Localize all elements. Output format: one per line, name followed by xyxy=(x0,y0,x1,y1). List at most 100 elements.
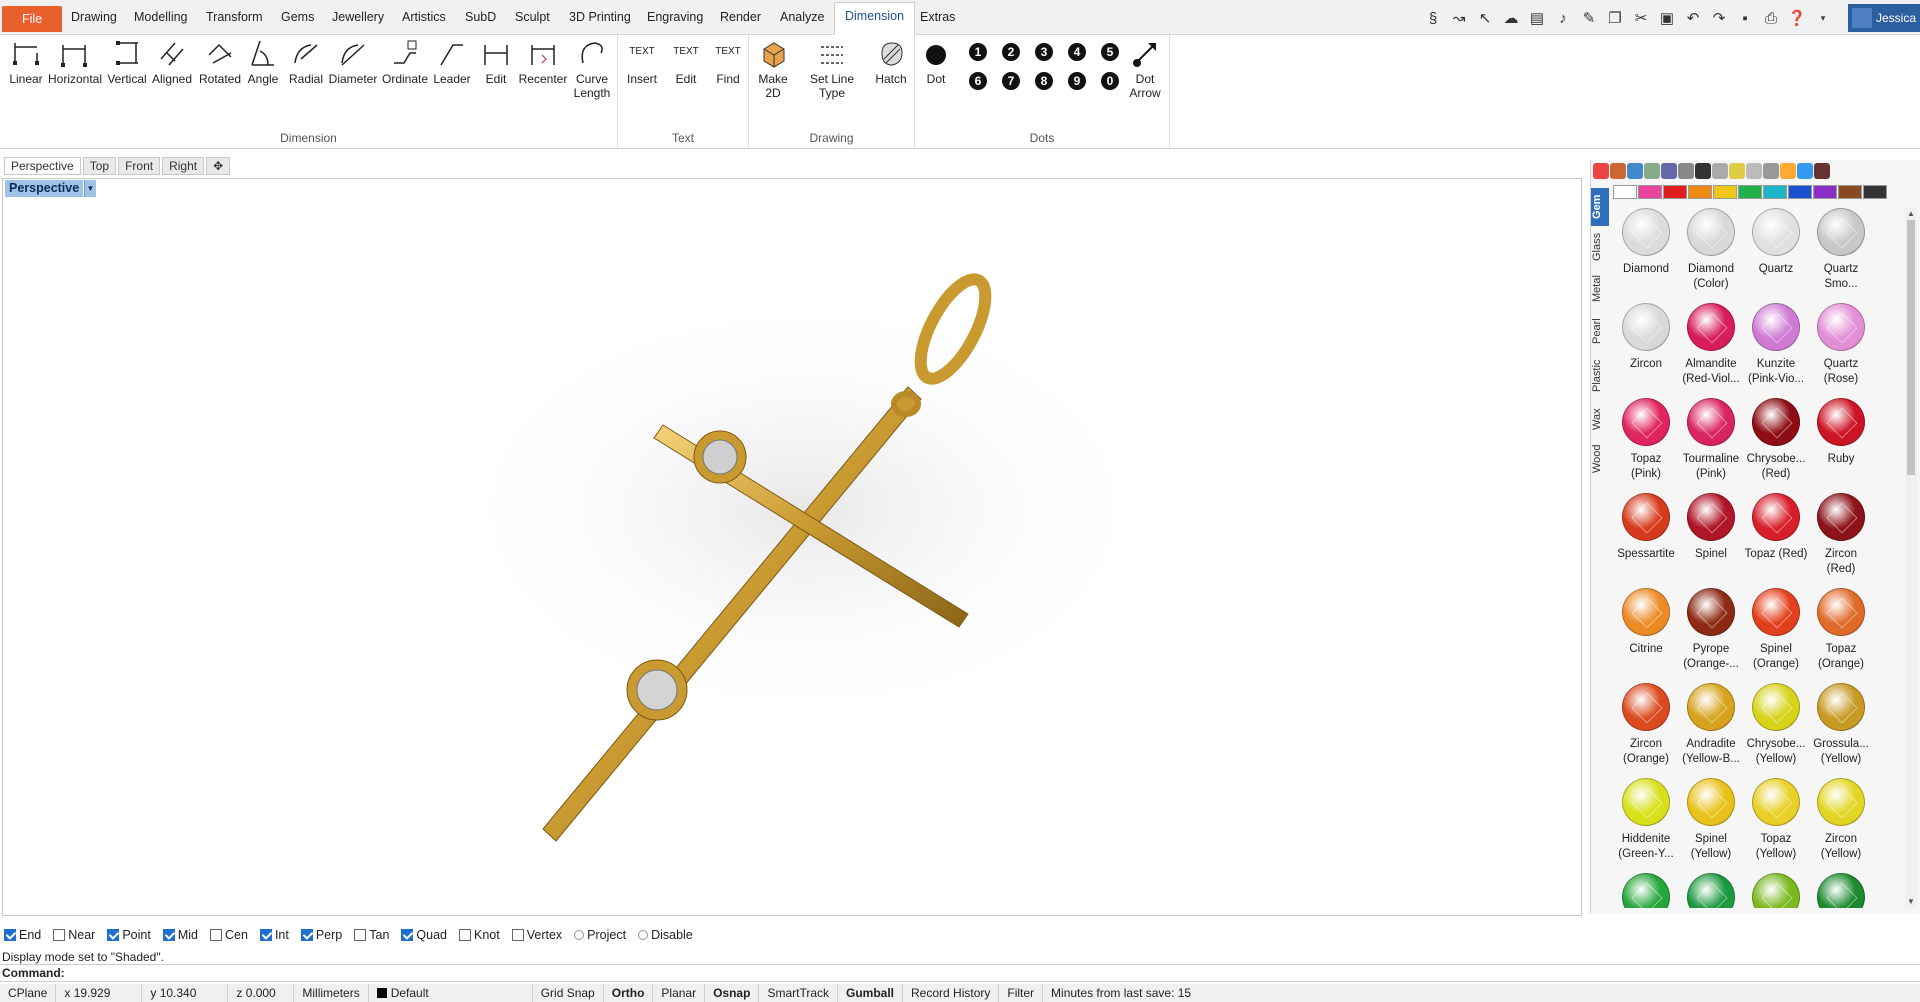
side-tab-wax[interactable]: Wax xyxy=(1591,402,1609,436)
insert-text-button[interactable]: TEXT Insert xyxy=(624,37,660,86)
cplane-button[interactable]: CPlane xyxy=(0,984,57,1002)
checkbox[interactable] xyxy=(300,929,313,941)
pen-icon[interactable]: ✎ xyxy=(1578,7,1600,29)
filter-button[interactable]: Filter xyxy=(999,984,1044,1002)
radio[interactable] xyxy=(638,930,649,940)
gem-item[interactable]: Kunzite (Pink-Vio... xyxy=(1743,303,1809,386)
bulb-icon[interactable] xyxy=(1729,163,1745,179)
tab-transform[interactable]: Transform xyxy=(196,4,273,35)
rotated-button[interactable]: Rotated xyxy=(198,37,242,86)
scroll-thumb[interactable] xyxy=(1907,220,1915,475)
gem-item[interactable]: Chrysobe... (Yellow) xyxy=(1743,683,1809,766)
gem-item[interactable]: Ruby xyxy=(1808,398,1874,467)
make-2d-button[interactable]: Make 2D xyxy=(755,37,791,100)
color-swatch[interactable] xyxy=(1713,185,1737,199)
dot-0-button[interactable]: 0 xyxy=(1101,72,1119,90)
leader-button[interactable]: Leader xyxy=(432,37,472,86)
ortho-toggle[interactable]: Ortho xyxy=(604,984,654,1002)
color-swatch[interactable] xyxy=(1788,185,1812,199)
gem-item[interactable]: Quartz (Rose) xyxy=(1808,303,1874,386)
osnap-int[interactable]: Int xyxy=(259,928,289,942)
dot-5-button[interactable]: 5 xyxy=(1101,43,1119,61)
tab-jewellery[interactable]: Jewellery xyxy=(322,4,394,35)
side-tab-pearl[interactable]: Pearl xyxy=(1591,312,1609,350)
save-icon[interactable]: ▪ xyxy=(1734,7,1756,29)
tab-render[interactable]: Render xyxy=(710,4,771,35)
tab-perspective[interactable]: Perspective xyxy=(4,157,81,175)
edit-dimension-button[interactable]: Edit xyxy=(478,37,514,86)
checkbox[interactable] xyxy=(210,929,222,941)
grid-snap-toggle[interactable]: Grid Snap xyxy=(533,984,604,1002)
checkbox[interactable] xyxy=(53,929,66,941)
aligned-button[interactable]: Aligned xyxy=(151,37,193,86)
tab-modelling[interactable]: Modelling xyxy=(124,4,198,35)
osnap-near[interactable]: Near xyxy=(53,928,95,942)
side-tab-glass[interactable]: Glass xyxy=(1591,228,1609,266)
tab-sculpt[interactable]: Sculpt xyxy=(505,4,560,35)
gem-item[interactable]: Spinel (Orange) xyxy=(1743,588,1809,671)
layer-button[interactable]: Default xyxy=(369,984,533,1002)
osnap-tan[interactable]: Tan xyxy=(354,928,389,942)
recenter-button[interactable]: Recenter xyxy=(518,37,568,86)
checkbox[interactable] xyxy=(354,929,367,941)
tab-artistics[interactable]: Artistics xyxy=(392,4,456,35)
color-swatch[interactable] xyxy=(1813,185,1837,199)
gem-item[interactable]: Zircon (Orange) xyxy=(1613,683,1679,766)
color-swatch[interactable] xyxy=(1638,185,1662,199)
osnap-perp[interactable]: Perp xyxy=(300,928,342,942)
tab-engraving[interactable]: Engraving xyxy=(637,4,713,35)
cursor-icon[interactable]: ↖ xyxy=(1474,7,1496,29)
tab-gems[interactable]: Gems xyxy=(271,4,324,35)
tab-subd[interactable]: SubD xyxy=(455,4,506,35)
gem-item[interactable]: Topaz (Pink) xyxy=(1613,398,1679,481)
gem-item[interactable]: Topaz (Yellow) xyxy=(1743,778,1809,861)
angle-button[interactable]: Angle xyxy=(246,37,280,86)
gem-item[interactable]: Hiddenite (Green-Y... xyxy=(1613,778,1679,861)
paste-icon[interactable]: ▣ xyxy=(1656,7,1678,29)
microphone-icon[interactable]: ♪ xyxy=(1552,7,1574,29)
radial-button[interactable]: Radial xyxy=(286,37,326,86)
osnap-cen[interactable]: Cen xyxy=(210,928,248,942)
osnap-toggle[interactable]: Osnap xyxy=(705,984,760,1002)
perspective-viewport[interactable]: Perspective ▼ xyxy=(2,178,1582,916)
color-swatch[interactable] xyxy=(1863,185,1887,199)
checkbox[interactable] xyxy=(4,929,16,941)
color-swatch[interactable] xyxy=(1763,185,1787,199)
gem-icon[interactable] xyxy=(1610,163,1626,179)
gem-item[interactable]: Topaz (Red) xyxy=(1743,493,1809,562)
gem-item[interactable]: Grossula... (Yellow) xyxy=(1808,683,1874,766)
gem-item[interactable] xyxy=(1678,873,1744,908)
user-account[interactable]: Jessica xyxy=(1847,4,1920,32)
checkbox[interactable] xyxy=(459,929,471,941)
gem-scrollbar[interactable]: ▲ ▼ xyxy=(1905,208,1917,908)
dot-6-button[interactable]: 6 xyxy=(969,72,987,90)
layers-icon[interactable] xyxy=(1661,163,1677,179)
gem-item[interactable]: Zircon (Red) xyxy=(1808,493,1874,576)
gem-item[interactable]: Almandite (Red-Viol... xyxy=(1678,303,1744,386)
bell-icon[interactable] xyxy=(1797,163,1813,179)
dot-9-button[interactable]: 9 xyxy=(1068,72,1086,90)
hatch-button[interactable]: Hatch xyxy=(873,37,909,86)
dot-1-button[interactable]: 1 xyxy=(969,43,987,61)
command-line[interactable]: Command: xyxy=(0,964,1920,982)
curve-length-button[interactable]: Curve Length xyxy=(572,37,612,100)
help-icon[interactable]: ❓ xyxy=(1786,7,1808,29)
tab-right[interactable]: Right xyxy=(162,157,205,175)
sweep-icon[interactable]: § xyxy=(1422,7,1444,29)
color-swatch[interactable] xyxy=(1838,185,1862,199)
horizontal-button[interactable]: Horizontal xyxy=(48,37,102,86)
find-text-button[interactable]: TEXT Find xyxy=(710,37,746,86)
osnap-quad[interactable]: Quad xyxy=(401,928,447,942)
osnap-disable[interactable]: Disable xyxy=(638,928,693,942)
checkbox[interactable] xyxy=(511,929,524,941)
osnap-end[interactable]: End xyxy=(4,928,41,942)
gem-item[interactable] xyxy=(1613,873,1679,908)
tab-front[interactable]: Front xyxy=(118,157,161,175)
gem-item[interactable]: Spessartite xyxy=(1613,493,1679,562)
color-swatch[interactable] xyxy=(1738,185,1762,199)
edit-text-button[interactable]: TEXT Edit xyxy=(668,37,704,86)
tab-extras[interactable]: Extras xyxy=(910,4,965,35)
undo-icon[interactable]: ↶ xyxy=(1682,7,1704,29)
diameter-button[interactable]: Diameter xyxy=(328,37,378,86)
side-tab-wood[interactable]: Wood xyxy=(1591,440,1609,478)
